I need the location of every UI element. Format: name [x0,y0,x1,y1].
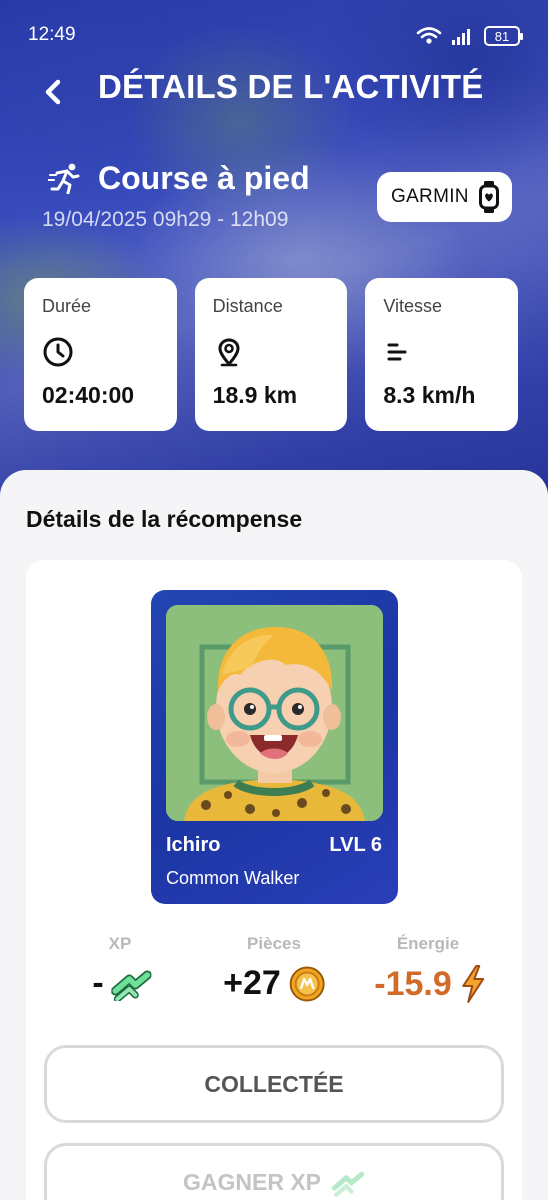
baby-avatar-image [166,605,383,821]
source-label: GARMIN [391,186,469,207]
avatar-class: Common Walker [166,868,300,888]
stat-card-distance: Distance 18.9 km [194,278,348,431]
stat-label: Distance [212,296,283,316]
energy-reward: -15.9 [374,964,486,1004]
xp-reward: - [92,964,152,1003]
xp-chevrons-icon [331,1171,365,1197]
coins-value: +27 [223,964,281,1002]
avatar-card[interactable]: Ichiro LVL 6 Common Walker [151,590,398,904]
reward-card: Ichiro LVL 6 Common Walker XP Pièces Éne… [26,560,522,1200]
chevron-left-icon [45,79,61,105]
battery-level: 81 [494,28,510,44]
location-pin-icon [218,338,240,367]
coin-icon [289,966,325,1001]
avatar-portrait [166,605,383,821]
running-icon [48,163,80,194]
section-title: Détails de la récompense [26,506,303,532]
page-title: DÉTAILS DE L'ACTIVITÉ [98,68,484,105]
smartwatch-icon [478,181,499,213]
status-time: 12:49 [28,24,76,45]
collected-button-label: COLLECTÉE [204,1070,344,1097]
energy-value: -15.9 [374,964,452,1003]
stat-value: 18.9 km [212,382,298,408]
xp-chevrons-icon [111,970,152,1001]
speed-lines-icon [387,343,407,361]
lightning-icon [461,965,484,1003]
avatar-name: Ichiro [166,834,221,856]
stat-card-speed: Vitesse 8.3 km/h [365,278,519,431]
signal-icon [452,29,470,45]
coins-reward: +27 [223,964,325,1003]
stat-value: 02:40:00 [42,382,135,408]
activity-stats: Durée 02:40:00 Distance 18.9 km Vitesse … [24,278,519,431]
stat-card-duration: Durée 02:40:00 [24,278,177,431]
reward-labels: XP Pièces Énergie [26,934,522,958]
stat-value: 8.3 km/h [383,382,476,408]
wifi-icon [416,27,442,44]
source-badge[interactable]: GARMIN [377,172,512,222]
stat-label: Vitesse [383,296,443,316]
xp-label: XP [108,934,132,953]
avatar-level: LVL 6 [329,834,382,856]
clock-icon [43,337,73,367]
activity-name: Course à pied [98,160,310,196]
status-icons: 81 [416,26,523,46]
energy-label: Énergie [396,934,460,953]
activity-date: 19/04/2025 09h29 - 12h09 [42,208,289,231]
earn-xp-button[interactable]: GAGNER XP [44,1143,504,1200]
reward-sheet: Détails de la récompense Ichiro LVL 6 Co… [0,470,548,1200]
coins-label: Pièces [247,934,301,953]
earn-xp-button-label: GAGNER XP [182,1168,322,1195]
xp-value: - [92,964,104,1002]
stat-label: Durée [42,296,92,316]
reward-values: - +27 -15.9 [26,964,522,1014]
back-button[interactable] [34,72,74,112]
status-bar: 12:49 81 [28,22,523,52]
collected-button[interactable]: COLLECTÉE [44,1045,504,1123]
battery-icon: 81 [484,26,523,46]
